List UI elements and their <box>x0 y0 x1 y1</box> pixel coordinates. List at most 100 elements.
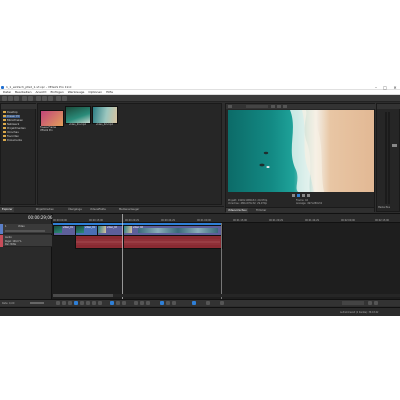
loop-icon[interactable] <box>292 194 295 197</box>
tab-transitions[interactable]: Übergänge <box>66 207 84 212</box>
track-color-strip <box>0 235 3 247</box>
thumb-sub-freeze-frame: VEGAS Pro <box>40 129 53 132</box>
scroll-thumb[interactable] <box>53 294 113 297</box>
tab-media-generators[interactable]: Medienerzeuger <box>117 207 141 212</box>
redo-icon[interactable] <box>62 96 67 101</box>
record-icon[interactable] <box>56 301 60 305</box>
record-time-status: Aufnahmezeit (2 Kanäle): 36:18:42 <box>340 311 379 314</box>
folder-icon <box>3 115 6 117</box>
preview-settings-icon[interactable] <box>228 105 232 108</box>
ruler-label: 00:00:44;29 <box>161 219 176 222</box>
envelope-tool-icon[interactable] <box>116 301 120 305</box>
tree-item-libraries[interactable]: Bibliotheken <box>3 119 23 122</box>
go-to-start-icon[interactable] <box>92 301 96 305</box>
track-color-strip <box>0 224 3 234</box>
timeline-ruler[interactable]: 00:00:00;00 00:00:15;00 00:00:29;29 00:0… <box>53 214 400 223</box>
ruler-label: 00:01:44;29 <box>305 219 320 222</box>
transport-bar: Rate: 0,00 <box>0 299 400 306</box>
master-bus-panel: Master-Bus <box>376 103 400 212</box>
cut-icon[interactable] <box>36 96 41 101</box>
paste-icon[interactable] <box>48 96 53 101</box>
preview-tabs: Videovorschau Trimmer <box>226 207 374 213</box>
rate-slider[interactable] <box>30 302 44 304</box>
play-from-start-icon[interactable] <box>68 301 72 305</box>
open-project-icon[interactable] <box>8 96 13 101</box>
zoom-tool-icon[interactable] <box>220 301 224 305</box>
folder-icon <box>3 135 6 137</box>
next-frame-icon[interactable] <box>307 194 310 197</box>
stop-icon[interactable] <box>302 194 305 197</box>
trim-end-icon[interactable] <box>146 301 150 305</box>
tree-item-project-media[interactable]: Projektmedien <box>3 127 26 130</box>
split-icon[interactable] <box>134 301 138 305</box>
tree-item-documents[interactable]: Dokumente <box>3 139 22 142</box>
audio-clip[interactable] <box>123 235 223 249</box>
video-track-header[interactable]: 1 Video <box>0 224 52 234</box>
audio-track-name: Audio <box>5 236 12 239</box>
preview-info-display: Anzeige: 497x280x32 <box>296 202 323 205</box>
video-clip[interactable]: video_01 <box>53 225 77 236</box>
snapshot-icon[interactable] <box>283 105 287 108</box>
tree-item-desktop[interactable]: Desktop <box>3 111 18 114</box>
folder-icon <box>3 119 6 121</box>
vegas-app-icon <box>1 86 4 89</box>
overlays-icon[interactable] <box>277 105 281 108</box>
master-bus-header <box>377 104 400 109</box>
stop-icon[interactable] <box>86 301 90 305</box>
master-fader[interactable] <box>392 144 397 147</box>
audio-pan-label: Pan: Mitte <box>5 243 16 246</box>
app-window: 1_1_einfach_pfad_1.vf.vpr - VEGAS Pro 19… <box>0 85 400 316</box>
tab-explorer[interactable]: Explorer <box>0 207 15 212</box>
zoom-dropdown[interactable] <box>342 301 364 305</box>
audio-clip[interactable] <box>75 235 125 249</box>
thumbnail-video-01[interactable] <box>65 106 91 124</box>
playhead-cursor[interactable] <box>122 214 123 300</box>
selection-tool-icon[interactable] <box>122 301 126 305</box>
zoom-out-icon[interactable] <box>374 301 378 305</box>
go-to-end-icon[interactable] <box>98 301 102 305</box>
trim-start-icon[interactable] <box>140 301 144 305</box>
zoom-in-icon[interactable] <box>368 301 372 305</box>
new-project-icon[interactable] <box>2 96 7 101</box>
copy-icon[interactable] <box>42 96 47 101</box>
properties-icon[interactable] <box>28 96 33 101</box>
undo-icon[interactable] <box>56 96 61 101</box>
video-composite-slider[interactable] <box>5 230 45 232</box>
play-icon[interactable] <box>297 194 300 197</box>
normal-edit-tool-icon[interactable] <box>110 301 114 305</box>
split-screen-icon[interactable] <box>271 105 275 108</box>
ruler-label: 00:01:15;00 <box>233 219 248 222</box>
lock-envelopes-icon[interactable] <box>172 301 176 305</box>
tree-item-favorites[interactable]: Favoriten <box>3 135 19 138</box>
preview-quality-dropdown[interactable] <box>246 105 268 108</box>
tree-item-network[interactable]: Netzwerk <box>3 123 19 126</box>
horizontal-scrollbar[interactable] <box>53 294 400 297</box>
thumbnail-video-02[interactable] <box>92 106 118 124</box>
explorer-toolbar <box>1 104 37 109</box>
play-icon[interactable] <box>74 301 78 305</box>
loop-playback-icon[interactable] <box>62 301 66 305</box>
track-list: 00:00:29;06 1 Video Audio Pegel: 100,0 %… <box>0 214 52 300</box>
clip-label: video_02 <box>107 226 117 229</box>
preview-toolbar <box>226 104 376 109</box>
loop-end-marker[interactable] <box>221 223 222 300</box>
audio-track-header[interactable]: Audio Pegel: 100,0 % Pan: Mitte <box>0 235 52 247</box>
pause-icon[interactable] <box>80 301 84 305</box>
tree-item-pc[interactable]: Dieser PC <box>3 115 20 118</box>
tree-item-preview[interactable]: Vorschau <box>3 131 19 134</box>
region-icon[interactable] <box>206 301 210 305</box>
render-icon[interactable] <box>22 96 27 101</box>
tab-video-fx[interactable]: Videoeffekte <box>88 207 108 212</box>
clip-label: video_01 <box>63 226 73 229</box>
window-docking-tabs: Explorer Projektmedien Übergänge Videoef… <box>0 206 224 212</box>
thumbnail-freeze-frame[interactable] <box>40 110 64 127</box>
marker-icon[interactable] <box>192 301 196 305</box>
thumb-label-video-01: video_01.mp4 <box>69 123 86 126</box>
ruler-label: 00:00:00;00 <box>53 219 68 222</box>
video-frame[interactable] <box>228 110 374 192</box>
save-icon[interactable] <box>14 96 19 101</box>
tab-project-media[interactable]: Projektmedien <box>34 207 56 212</box>
ruler-label: 00:02:00;00 <box>341 219 356 222</box>
snapping-icon[interactable] <box>166 301 170 305</box>
auto-ripple-icon[interactable] <box>160 301 164 305</box>
